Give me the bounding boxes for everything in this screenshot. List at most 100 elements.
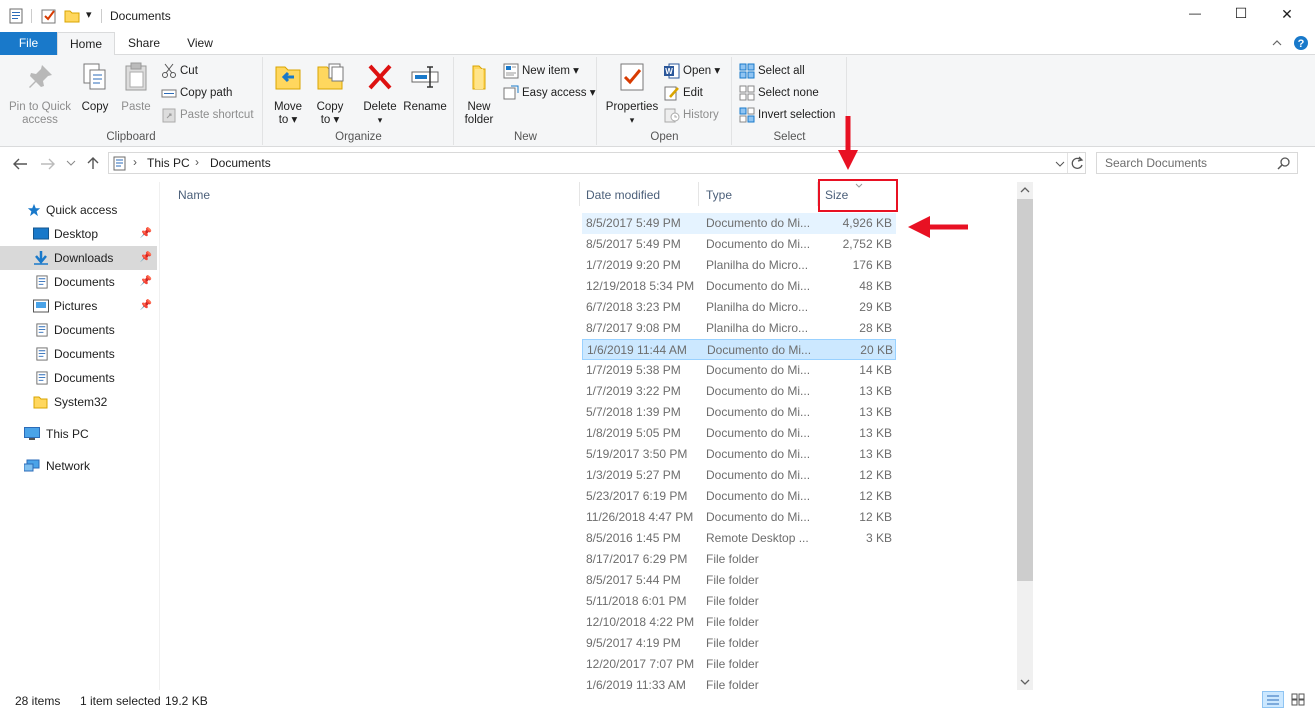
refresh-icon[interactable] [1070, 156, 1084, 170]
search-icon[interactable] [1277, 156, 1291, 170]
move-to-button[interactable]: Move to ▾ [270, 61, 306, 127]
file-row[interactable]: 11/26/2018 4:47 PM Documento do Mi... 12 K… [582, 507, 896, 528]
nav-item[interactable]: Documents 📌 [0, 270, 157, 294]
file-row[interactable]: 6/7/2018 3:23 PM Planilha do Micro... 29 K… [582, 297, 896, 318]
cut-button[interactable]: Cut [161, 61, 198, 81]
collapse-ribbon-icon[interactable] [1271, 38, 1283, 48]
easy-access-button[interactable]: Easy access ▾ [503, 83, 596, 103]
breadcrumb-this-pc[interactable]: This PC [147, 156, 190, 170]
file-row[interactable]: 8/5/2016 1:45 PM Remote Desktop ... 3 KB [582, 528, 896, 549]
file-row[interactable]: 8/5/2017 5:49 PM Documento do Mi... 2,752 … [582, 234, 896, 255]
recent-locations-chevron-icon[interactable] [66, 159, 76, 167]
qat-customize-dropdown[interactable]: ▾ [86, 8, 92, 21]
copy-button[interactable]: Copy [76, 61, 114, 114]
file-row[interactable]: 5/11/2018 6:01 PM File folder [582, 591, 896, 612]
back-arrow-icon[interactable] [12, 157, 28, 171]
nav-network[interactable]: Network [0, 454, 157, 478]
delete-dropdown-arrow[interactable]: ▾ [360, 114, 400, 127]
column-header-date-modified[interactable]: Date modified [586, 182, 696, 208]
vertical-scrollbar[interactable] [1017, 182, 1033, 690]
nav-item[interactable]: Downloads 📌 [0, 246, 157, 270]
nav-item[interactable]: Documents [0, 366, 157, 390]
file-row[interactable]: 5/7/2018 1:39 PM Documento do Mi... 13 KB [582, 402, 896, 423]
nav-item[interactable]: Desktop 📌 [0, 222, 157, 246]
file-row[interactable]: 1/8/2019 5:05 PM Documento do Mi... 13 KB [582, 423, 896, 444]
scrollbar-thumb[interactable] [1017, 199, 1033, 581]
paste-button[interactable]: Paste [117, 61, 155, 114]
properties-qat-icon[interactable] [9, 8, 23, 24]
nav-item[interactable]: Documents [0, 318, 157, 342]
tab-file[interactable]: File [0, 32, 57, 55]
file-row[interactable]: 5/19/2017 3:50 PM Documento do Mi... 13 KB [582, 444, 896, 465]
file-row[interactable]: 12/19/2018 5:34 PM Documento do Mi... 48 K… [582, 276, 896, 297]
pin-icon[interactable]: 📌 [140, 246, 152, 270]
breadcrumb-separator[interactable]: › [133, 155, 137, 169]
file-row[interactable]: 12/20/2017 7:07 PM File folder [582, 654, 896, 675]
paste-shortcut-button[interactable]: Paste shortcut [161, 105, 254, 125]
edit-pencil-icon [664, 86, 679, 101]
cell-type: Documento do Mi... [706, 510, 811, 524]
file-row[interactable]: 12/10/2018 4:22 PM File folder [582, 612, 896, 633]
file-row[interactable]: 8/7/2017 9:08 PM Planilha do Micro... 28 K… [582, 318, 896, 339]
tab-share[interactable]: Share [118, 32, 170, 55]
scroll-down-arrow-icon[interactable] [1020, 678, 1030, 686]
file-row[interactable]: 8/17/2017 6:29 PM File folder [582, 549, 896, 570]
nav-quick-access[interactable]: Quick access [0, 198, 157, 222]
pin-to-quick-access-button[interactable]: Pin to Quick access [6, 61, 74, 127]
folder-qat-icon[interactable] [64, 9, 80, 23]
invert-selection-button[interactable]: Invert selection [739, 105, 835, 125]
file-row[interactable]: 9/5/2017 4:19 PM File folder [582, 633, 896, 654]
scroll-up-arrow-icon[interactable] [1020, 186, 1030, 194]
file-row[interactable]: 1/3/2019 5:27 PM Documento do Mi... 12 KB [582, 465, 896, 486]
pin-icon[interactable]: 📌 [140, 270, 152, 294]
new-item-button[interactable]: New item ▾ [503, 61, 579, 81]
search-box[interactable]: Search Documents [1096, 152, 1298, 174]
column-header-type[interactable]: Type [706, 182, 806, 208]
file-row[interactable]: 8/5/2017 5:44 PM File folder [582, 570, 896, 591]
minimize-button[interactable]: — [1180, 6, 1210, 20]
file-row[interactable]: 1/7/2019 3:22 PM Documento do Mi... 13 KB [582, 381, 896, 402]
column-header-name[interactable]: Name [178, 182, 578, 208]
maximize-button[interactable]: ☐ [1226, 5, 1256, 22]
properties-button[interactable]: Properties ▾ [604, 61, 660, 127]
cell-type: File folder [706, 552, 759, 566]
copy-to-button[interactable]: Copy to ▾ [312, 61, 348, 127]
forward-arrow-icon[interactable] [40, 157, 56, 171]
nav-item[interactable]: System32 [0, 390, 157, 414]
delete-button[interactable]: Delete ▾ [360, 61, 400, 127]
up-arrow-icon[interactable] [86, 156, 100, 170]
address-bar[interactable]: › This PC › Documents [108, 152, 1086, 174]
open-button[interactable]: W Open ▾ [664, 61, 720, 81]
breadcrumb-separator[interactable]: › [195, 155, 199, 169]
address-history-chevron-icon[interactable] [1055, 160, 1065, 168]
select-all-button[interactable]: Select all [739, 61, 805, 81]
column-divider[interactable] [579, 182, 580, 206]
column-divider[interactable] [698, 182, 699, 206]
tab-view[interactable]: View [174, 32, 226, 55]
file-row[interactable]: 1/7/2019 9:20 PM Planilha do Micro... 176 … [582, 255, 896, 276]
file-row[interactable]: 5/23/2017 6:19 PM Documento do Mi... 12 KB [582, 486, 896, 507]
nav-item[interactable]: Documents [0, 342, 157, 366]
file-row[interactable]: 1/6/2019 11:44 AM Documento do Mi... 20 KB [582, 339, 896, 360]
nav-item[interactable]: Pictures 📌 [0, 294, 157, 318]
properties-dropdown-arrow[interactable]: ▾ [604, 114, 660, 127]
file-row[interactable]: 1/7/2019 5:38 PM Documento do Mi... 14 KB [582, 360, 896, 381]
nav-this-pc[interactable]: This PC [0, 422, 157, 446]
rename-button[interactable]: Rename [402, 61, 448, 114]
pin-icon[interactable]: 📌 [140, 294, 152, 318]
pin-icon[interactable]: 📌 [140, 222, 152, 246]
edit-button[interactable]: Edit [664, 83, 703, 103]
tab-home[interactable]: Home [57, 32, 115, 56]
details-view-button[interactable] [1262, 691, 1284, 708]
copy-path-button[interactable]: Copy path [161, 83, 232, 103]
select-none-button[interactable]: Select none [739, 83, 819, 103]
new-folder-button[interactable]: New folder [459, 61, 499, 127]
file-row[interactable]: 8/5/2017 5:49 PM Documento do Mi... 4,926 … [582, 213, 896, 234]
help-icon[interactable]: ? [1293, 35, 1309, 51]
close-button[interactable]: ✕ [1272, 6, 1302, 23]
checkmark-qat-icon[interactable] [41, 8, 57, 24]
breadcrumb-documents[interactable]: Documents [210, 156, 271, 170]
history-button[interactable]: History [664, 105, 719, 125]
nav-label: Downloads [54, 251, 114, 265]
large-icons-view-icon[interactable] [1291, 693, 1305, 706]
